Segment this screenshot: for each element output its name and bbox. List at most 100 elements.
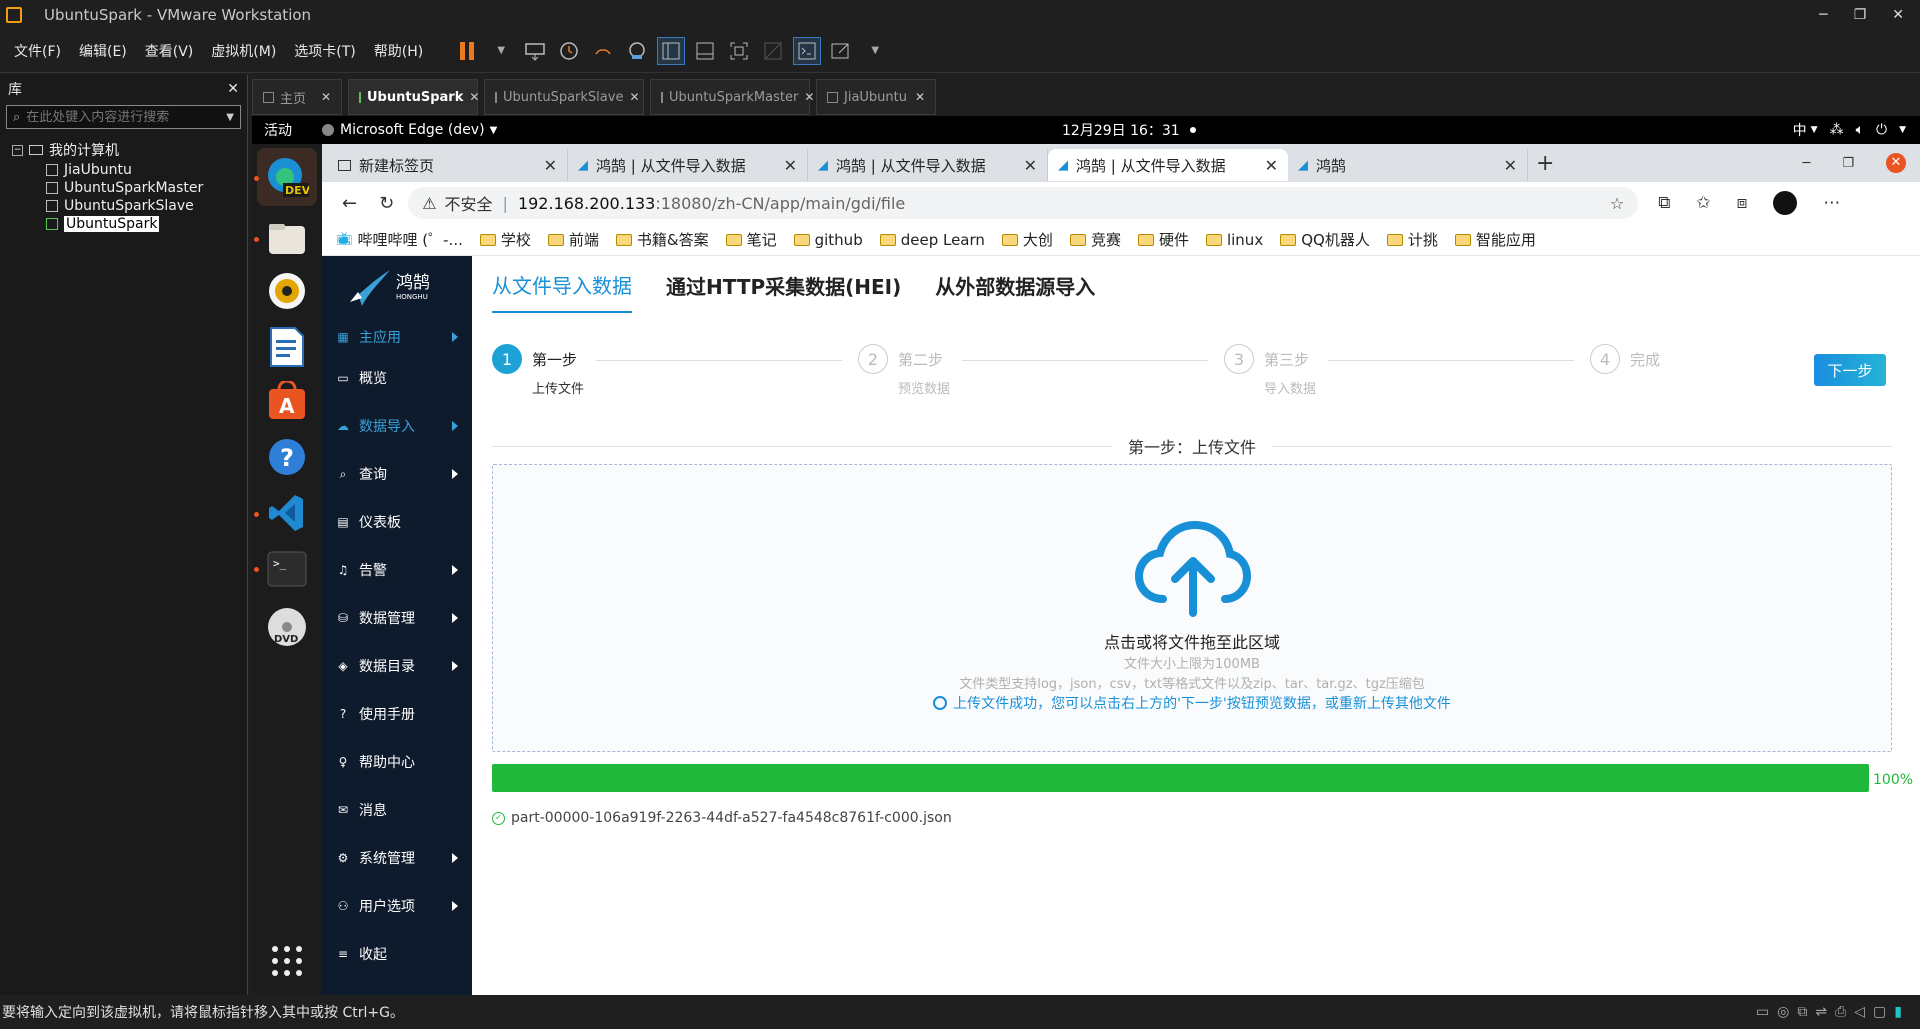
dvd-icon[interactable]: DVD [264,604,310,650]
tree-item-vm[interactable]: UbuntuSpark [46,215,247,233]
app-menu[interactable]: Microsoft Edge (dev) [340,122,485,138]
bookmark[interactable]: linux [1205,231,1263,249]
show-apps-icon[interactable] [264,938,310,984]
bookmark[interactable]: deep Learn [879,231,985,249]
tree-root[interactable]: − 我的计算机 [12,139,247,161]
collapse-icon[interactable]: − [12,144,23,156]
edge-close-icon[interactable]: ✕ [1886,153,1906,173]
edge-tab[interactable]: ◢ 鸿鹄 | 从文件导入数据 ✕ [808,149,1048,181]
uploaded-file-item[interactable]: ✓ part-00000-106a919f-2263-44df-a527-fa4… [492,810,952,826]
close-icon[interactable]: ✕ [469,90,479,104]
thumbnail-view-icon[interactable] [691,37,719,65]
rhythmbox-icon[interactable] [264,268,310,314]
bookmark[interactable]: 竞赛 [1069,229,1121,250]
bookmark[interactable]: 书籍&答案 [615,229,709,250]
sidebar-item[interactable]: ☁ 数据导入 [322,402,472,450]
menu-item[interactable]: 文件(F) [14,41,61,61]
new-tab-icon[interactable]: + [1536,151,1554,176]
clock[interactable]: 12月29日 16：31 [1062,120,1180,140]
profile-avatar[interactable] [1773,191,1798,215]
hdd-icon[interactable]: ▭ [1756,1004,1769,1020]
page-tab[interactable]: 从文件导入数据 [492,260,632,313]
vm-tab[interactable]: 主页 ✕ [252,79,342,115]
dropdown-icon[interactable]: ▼ [487,37,515,65]
bookmark[interactable]: 智能应用 [1454,229,1536,250]
bookmark[interactable]: 硬件 [1137,229,1189,250]
stretch-icon[interactable] [827,37,855,65]
fullscreen-icon[interactable] [725,37,753,65]
library-close-icon[interactable]: ✕ [227,81,239,97]
menu-item[interactable]: 选项卡(T) [294,41,355,61]
close-icon[interactable]: ✕ [1892,7,1904,23]
vm-tab[interactable]: JiaUbuntu ✕ [816,79,936,115]
sidebar-item[interactable]: ⚇ 用户选项 [322,882,472,930]
power-icon[interactable]: ⏻ [1876,122,1887,138]
sidebar-item[interactable]: ▭ 概览 [322,354,472,402]
close-icon[interactable]: ✕ [915,90,925,104]
favorite-add-icon[interactable]: ☆ [1610,194,1624,213]
vm-tab[interactable]: UbuntuSpark ✕ [348,79,479,115]
close-icon[interactable]: ✕ [629,90,639,104]
edge-maximize-icon[interactable]: ❐ [1842,156,1854,171]
ime-indicator[interactable]: 中 [1793,120,1807,140]
library-view-icon[interactable] [657,36,686,65]
tree-item-vm[interactable]: UbuntuSparkMaster [46,179,247,197]
vscode-icon[interactable] [264,490,310,536]
display-icon[interactable]: ▢ [1873,1004,1886,1020]
sidebar-item[interactable]: ⚙ 系统管理 [322,834,472,882]
search-dropdown-icon[interactable]: ▼ [226,112,234,123]
extensions-icon[interactable]: ⧉ [1658,193,1670,213]
ime-arrow-icon[interactable]: ▼ [1811,125,1818,135]
bookmark[interactable]: 计挑 [1386,229,1438,250]
send-keys-icon[interactable] [521,37,549,65]
sidebar-item[interactable]: ? 使用手册 [322,690,472,738]
tab-close-icon[interactable]: ✕ [1265,156,1278,175]
bookmark[interactable]: github [793,231,863,249]
terminal-icon[interactable]: >_ [264,546,310,592]
edge-tab[interactable]: 新建标签页 ✕ [328,149,568,181]
favorites-icon[interactable]: ✩ [1696,193,1710,213]
unity-icon[interactable] [759,37,787,65]
tab-close-icon[interactable]: ✕ [1504,156,1517,175]
next-step-button[interactable]: 下一步 [1814,354,1886,386]
snapshot-manager-icon[interactable] [623,37,651,65]
files-icon[interactable] [264,216,310,262]
more-icon[interactable]: ⋯ [1823,193,1840,213]
libreoffice-writer-icon[interactable] [264,324,310,370]
app-center-icon[interactable]: A [264,378,310,424]
stretch-dropdown-icon[interactable]: ▼ [861,37,889,65]
sound-icon[interactable]: ◁ [1854,1004,1865,1020]
bookmark[interactable]: 📺︎ 哔哩哔哩 (゜-... [336,229,463,250]
help-icon[interactable]: ? [264,434,310,480]
printer-icon[interactable]: ⎙ [1835,1004,1846,1020]
network-adapter-icon[interactable]: ⧉ [1797,1004,1807,1020]
sidebar-item[interactable]: ▦ 主应用 [322,320,472,354]
sidebar-item[interactable]: ♀ 帮助中心 [322,738,472,786]
close-icon[interactable]: ✕ [804,90,814,104]
sidebar-item[interactable]: ◈ 数据目录 [322,642,472,690]
cd-icon[interactable]: ◎ [1777,1004,1789,1020]
vm-tab[interactable]: UbuntuSparkMaster ✕ [650,79,814,115]
address-bar[interactable]: ⚠ 不安全 | 192.168.200.133 :18080/zh-CN/app… [408,187,1639,219]
bookmark[interactable]: QQ机器人 [1280,229,1370,250]
edge-minimize-icon[interactable]: ─ [1803,156,1811,171]
menu-item[interactable]: 虚拟机(M) [211,41,276,61]
message-icon[interactable]: ▮ [1894,1004,1902,1020]
menu-item[interactable]: 编辑(E) [79,41,127,61]
bookmark[interactable]: 大创 [1001,229,1053,250]
vm-tab[interactable]: UbuntuSparkSlave ✕ [484,79,644,115]
collections-icon[interactable]: ⧈ [1737,193,1748,213]
console-view-icon[interactable] [793,36,822,65]
menu-item[interactable]: 帮助(H) [374,41,423,61]
edge-tab[interactable]: ◢ 鸿鹄 ✕ [1288,149,1528,181]
sidebar-item[interactable]: ▤ 仪表板 [322,498,472,546]
tab-close-icon[interactable]: ✕ [784,156,797,175]
sidebar-item[interactable]: ✉ 消息 [322,786,472,834]
upload-dropzone[interactable]: 点击或将文件拖至此区域 文件大小上限为100MB 文件类型支持log，json，… [492,464,1892,752]
activities-button[interactable]: 活动 [264,120,292,140]
tree-item-vm[interactable]: UbuntuSparkSlave [46,197,247,215]
refresh-icon[interactable]: ↻ [379,193,394,214]
tab-close-icon[interactable]: ✕ [1024,156,1037,175]
library-search[interactable]: ⌕ ▼ [6,105,241,129]
volume-icon[interactable]: 🔈︎ [1856,122,1864,138]
